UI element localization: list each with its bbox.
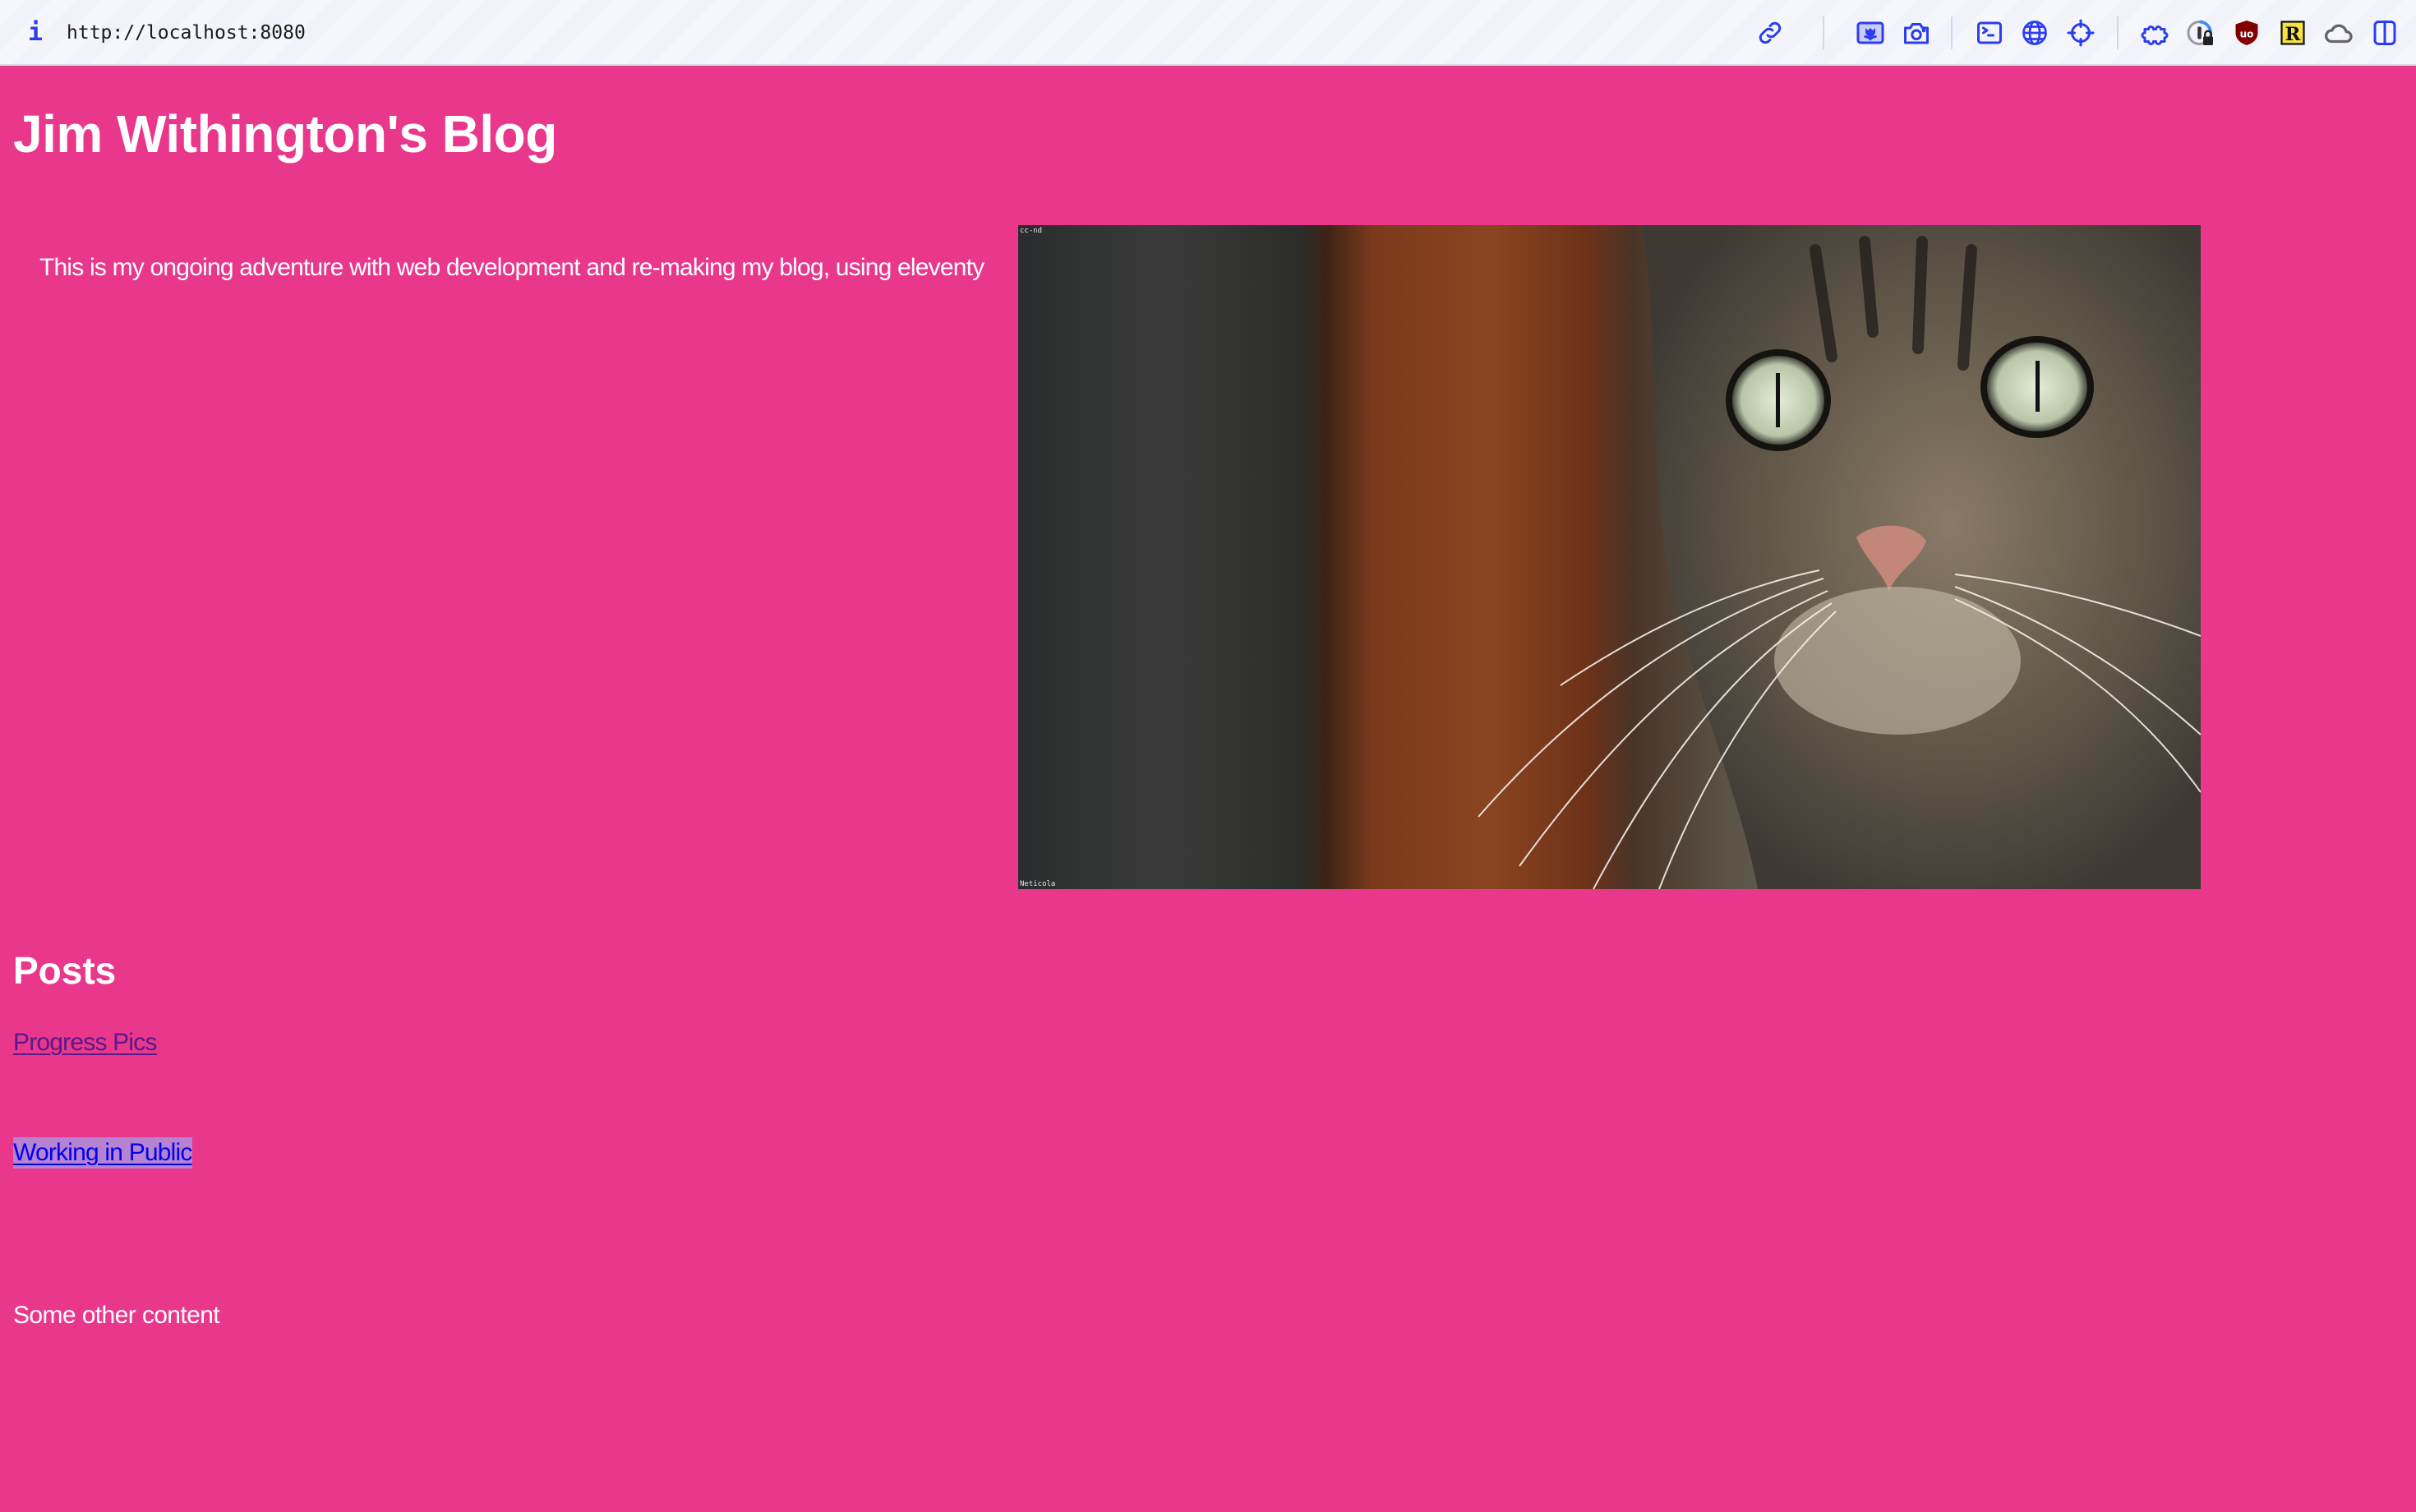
post-link-progress-pics[interactable]: Progress Pics <box>13 1027 157 1058</box>
copy-link-icon[interactable] <box>1754 16 1787 49</box>
image-credit-caption: Neticola <box>1020 880 1056 888</box>
ublock-origin-icon[interactable]: uo <box>2230 16 2263 49</box>
toolbar-divider <box>2117 16 2119 49</box>
address-bar-url[interactable]: http://localhost:8080 <box>67 16 306 49</box>
site-title: Jim Withington's Blog <box>13 104 557 164</box>
intro-paragraph: This is my ongoing adventure with web de… <box>39 254 984 281</box>
toolbar-divider <box>1823 16 1824 49</box>
readwise-r-icon[interactable]: R <box>2276 16 2309 49</box>
picture-in-picture-icon[interactable] <box>1854 16 1887 49</box>
svg-text:uo: uo <box>2240 28 2254 39</box>
sidebar-toggle-icon[interactable] <box>2368 16 2401 49</box>
site-info-icon[interactable]: i <box>28 16 44 49</box>
terminal-icon[interactable] <box>1973 16 2006 49</box>
post-link-working-in-public[interactable]: Working in Public <box>13 1137 192 1169</box>
svg-text:R: R <box>2285 24 2301 45</box>
cloud-icon[interactable] <box>2322 16 2355 49</box>
image-license-caption: cc-nd <box>1020 227 1043 235</box>
extensions-puzzle-icon[interactable] <box>2138 16 2171 49</box>
other-content-text: Some other content <box>13 1302 220 1329</box>
posts-heading: Posts <box>13 949 117 992</box>
cat-illustration <box>1478 225 2201 889</box>
screenshot-camera-icon[interactable] <box>1900 16 1933 49</box>
password-manager-icon[interactable] <box>2184 16 2217 49</box>
browser-toolbar: i http://localhost:8080 uo R <box>0 0 2416 66</box>
toolbar-divider <box>1951 16 1953 49</box>
crosshair-icon[interactable] <box>2064 16 2097 49</box>
hero-cat-image: cc-nd Neticola <box>1018 225 2201 889</box>
globe-icon[interactable] <box>2018 16 2051 49</box>
